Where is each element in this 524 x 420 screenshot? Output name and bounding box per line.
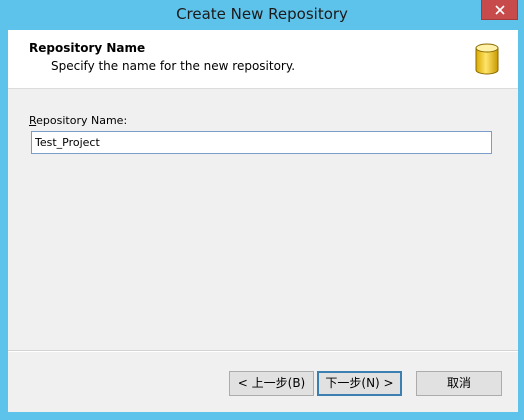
dialog-window: Create New Repository Repository Name Sp… <box>0 0 524 420</box>
title-bar[interactable]: Create New Repository <box>0 0 524 30</box>
repository-name-label: Repository Name: <box>29 114 127 127</box>
label-text: epository Name: <box>36 114 128 127</box>
header-subtitle: Specify the name for the new repository. <box>51 59 296 73</box>
back-button[interactable]: < 上一步(B) <box>229 371 314 396</box>
cancel-button[interactable]: 取消 <box>416 371 502 396</box>
window-title: Create New Repository <box>176 5 348 23</box>
repository-name-input[interactable] <box>31 131 492 154</box>
footer-separator <box>8 350 518 352</box>
database-icon <box>475 43 499 75</box>
dialog-body: Repository Name Specify the name for the… <box>8 30 518 412</box>
wizard-header: Repository Name Specify the name for the… <box>8 30 518 89</box>
next-button[interactable]: 下一步(N) > <box>317 371 402 396</box>
close-icon <box>495 5 505 15</box>
header-title: Repository Name <box>29 41 146 55</box>
close-button[interactable] <box>481 0 518 20</box>
